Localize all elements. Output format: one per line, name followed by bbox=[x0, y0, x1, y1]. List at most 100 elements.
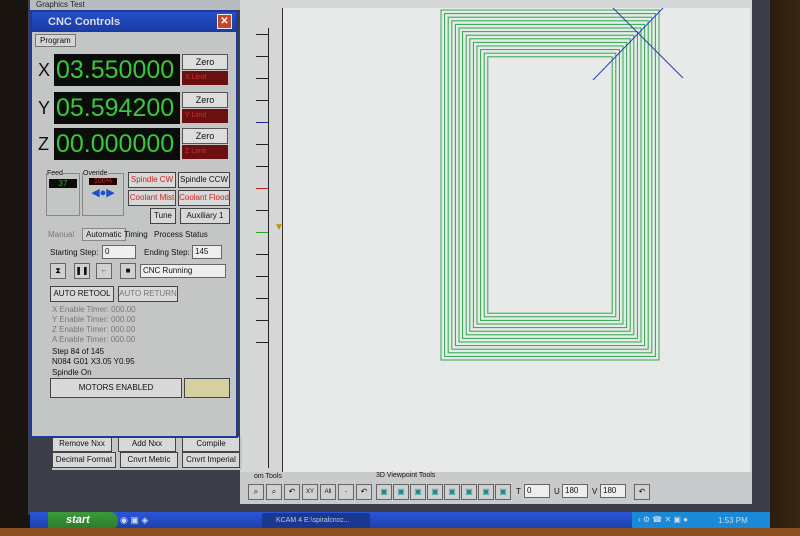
auto-return-button[interactable]: AUTO RETURN bbox=[118, 286, 178, 302]
close-icon[interactable]: ✕ bbox=[217, 14, 232, 29]
override-label: Overide bbox=[83, 170, 108, 177]
coolant-flood-button[interactable]: Coolant Flood bbox=[178, 190, 230, 206]
feed-label: Feed bbox=[47, 170, 63, 177]
zoom-in-icon[interactable]: ⌕ bbox=[248, 484, 264, 500]
t-label: T bbox=[516, 487, 521, 496]
editor-buttons: Remove Nxx Add Nxx Compile Decimal Forma… bbox=[52, 436, 242, 470]
viewpoint-cube-icon[interactable]: ▣ bbox=[495, 484, 511, 500]
t-input[interactable]: 0 bbox=[524, 484, 550, 498]
zero-y-button[interactable]: Zero bbox=[182, 92, 228, 108]
motors-enabled-button[interactable]: MOTORS ENABLED bbox=[50, 378, 182, 398]
tab-automatic[interactable]: Automatic bbox=[82, 228, 126, 241]
zoom-out-icon[interactable]: ⌕ bbox=[266, 484, 282, 500]
spiral-pass bbox=[487, 56, 613, 314]
zoom-all-button[interactable]: All bbox=[320, 484, 336, 500]
add-nxx-button[interactable]: Add Nxx bbox=[118, 436, 176, 452]
ending-step-input[interactable]: 145 bbox=[192, 245, 222, 259]
status-field: CNC Running bbox=[140, 264, 226, 278]
cnvrt-imperial-button[interactable]: Cnvrt Imperial bbox=[182, 452, 240, 468]
clock: 1:53 PM bbox=[718, 516, 748, 525]
viewpoint-cube-icon[interactable]: ▣ bbox=[478, 484, 494, 500]
ruler-tick bbox=[256, 56, 268, 57]
spindle-status: Spindle On bbox=[52, 368, 92, 377]
toolbar-area: om Tools 3D Viewpoint Tools ⌕ ⌕ ↶ XY All… bbox=[240, 472, 752, 504]
step-progress: Step 84 of 145 bbox=[52, 347, 105, 356]
zoom-undo-icon[interactable]: ↶ bbox=[356, 484, 372, 500]
axis-label: Z bbox=[38, 134, 49, 154]
ruler-tick bbox=[256, 254, 268, 255]
cnvrt-metric-button[interactable]: Cnvrt Metric bbox=[120, 452, 178, 468]
axis-label: Y bbox=[38, 98, 51, 118]
viewpoint-cube-icon[interactable]: ▣ bbox=[461, 484, 477, 500]
viewpoint-cube-icon[interactable]: ▣ bbox=[393, 484, 409, 500]
viewpoint-cube-icon[interactable]: ▣ bbox=[410, 484, 426, 500]
z-dro: 00.000000 bbox=[54, 128, 180, 160]
motor-status-indicator bbox=[184, 378, 230, 398]
auto-retool-button[interactable]: AUTO RETOOL bbox=[50, 286, 114, 302]
u-label: U bbox=[554, 487, 560, 496]
a-enable-timer: A Enable Timer: 000.00 bbox=[52, 335, 136, 344]
window-title: CNC Controls bbox=[48, 16, 121, 28]
spiral-pass bbox=[451, 20, 649, 350]
cnc-controls-window: CNC Controls ✕ Program X 03.550000 Zero X Li… bbox=[30, 10, 238, 438]
tool-crosshair bbox=[592, 7, 664, 81]
quick-launch-icons[interactable]: ◉ ▣ ◈ bbox=[120, 515, 148, 526]
toolpath-canvas[interactable] bbox=[282, 7, 750, 472]
compile-button[interactable]: Compile bbox=[182, 436, 240, 452]
spiral-pass bbox=[476, 45, 624, 325]
spindle-ccw-button[interactable]: Spindle CCW bbox=[178, 172, 230, 188]
zoom-xy-button[interactable]: XY bbox=[302, 484, 318, 500]
ruler-tick bbox=[256, 78, 268, 79]
ruler-tick bbox=[256, 210, 268, 211]
y-axis-row: Y 05.594200 Zero Y Limit bbox=[34, 92, 234, 126]
pause-button[interactable]: ❚❚ bbox=[74, 263, 90, 279]
ruler-tick bbox=[256, 342, 268, 343]
zoom-window-icon[interactable]: ↶ bbox=[284, 484, 300, 500]
zero-x-button[interactable]: Zero bbox=[182, 54, 228, 70]
step-button[interactable]: ⌐ bbox=[96, 263, 112, 279]
monitor-bezel bbox=[770, 0, 800, 536]
tray-icons[interactable]: ‹ ⚙ ☎ ✕ ▣ ● bbox=[638, 515, 688, 524]
z-ruler: ▼ bbox=[250, 8, 284, 472]
z-enable-timer: Z Enable Timer: 000.00 bbox=[52, 325, 136, 334]
ruler-tick bbox=[256, 144, 268, 145]
reset-view-icon[interactable]: ↶ bbox=[634, 484, 650, 500]
starting-step-label: Starting Step: bbox=[50, 248, 99, 257]
decimal-format-button[interactable]: Decimal Format bbox=[52, 452, 116, 468]
spiral-pass bbox=[462, 31, 638, 339]
auxiliary-1-button[interactable]: Auxiliary 1 bbox=[180, 208, 230, 224]
taskbar-kcam[interactable]: KCAM 4 E:\spiralcncc... bbox=[262, 513, 370, 529]
tab-program[interactable]: Program bbox=[35, 34, 76, 47]
tab-process-status[interactable]: Process Status bbox=[154, 230, 208, 239]
u-input[interactable]: 180 bbox=[562, 484, 588, 498]
z-limit-indicator: Z Limit bbox=[182, 145, 228, 159]
spiral-pass bbox=[483, 52, 617, 318]
tab-manual[interactable]: Manual bbox=[48, 230, 74, 239]
ending-step-label: Ending Step: bbox=[144, 248, 190, 257]
tune-button[interactable]: Tune bbox=[150, 208, 176, 224]
graphics-window-title: Graphics Test bbox=[30, 0, 240, 10]
remove-nxx-button[interactable]: Remove Nxx bbox=[52, 436, 112, 452]
ruler-tick bbox=[256, 100, 268, 101]
x-axis-row: X 03.550000 Zero X Limit bbox=[34, 54, 234, 88]
zero-z-button[interactable]: Zero bbox=[182, 128, 228, 144]
spiral-pass bbox=[458, 27, 642, 343]
coolant-mist-button[interactable]: Coolant Mist bbox=[128, 190, 176, 206]
spiral-pass bbox=[469, 38, 631, 332]
viewpoint-cube-icon[interactable]: ▣ bbox=[376, 484, 392, 500]
x-dro: 03.550000 bbox=[54, 54, 180, 86]
ruler-tick bbox=[256, 232, 268, 233]
spindle-cw-button[interactable]: Spindle CW bbox=[128, 172, 176, 188]
starting-step-input[interactable]: 0 bbox=[102, 245, 136, 259]
zoom-center-icon[interactable]: · bbox=[338, 484, 354, 500]
override-knob-icon[interactable]: ◀●▶ bbox=[83, 186, 123, 199]
v-input[interactable]: 180 bbox=[600, 484, 626, 498]
viewpoint-cube-icon[interactable]: ▣ bbox=[427, 484, 443, 500]
ruler-tick bbox=[256, 188, 268, 189]
viewpoint-cube-icon[interactable]: ▣ bbox=[444, 484, 460, 500]
cnc-title-bar[interactable]: CNC Controls ✕ bbox=[32, 12, 236, 32]
stop-button[interactable]: ■ bbox=[120, 263, 136, 279]
tab-timing[interactable]: Timing bbox=[124, 230, 148, 239]
current-gcode-line: N084 G01 X3.05 Y0.95 bbox=[52, 357, 135, 366]
y-dro: 05.594200 bbox=[54, 92, 180, 124]
